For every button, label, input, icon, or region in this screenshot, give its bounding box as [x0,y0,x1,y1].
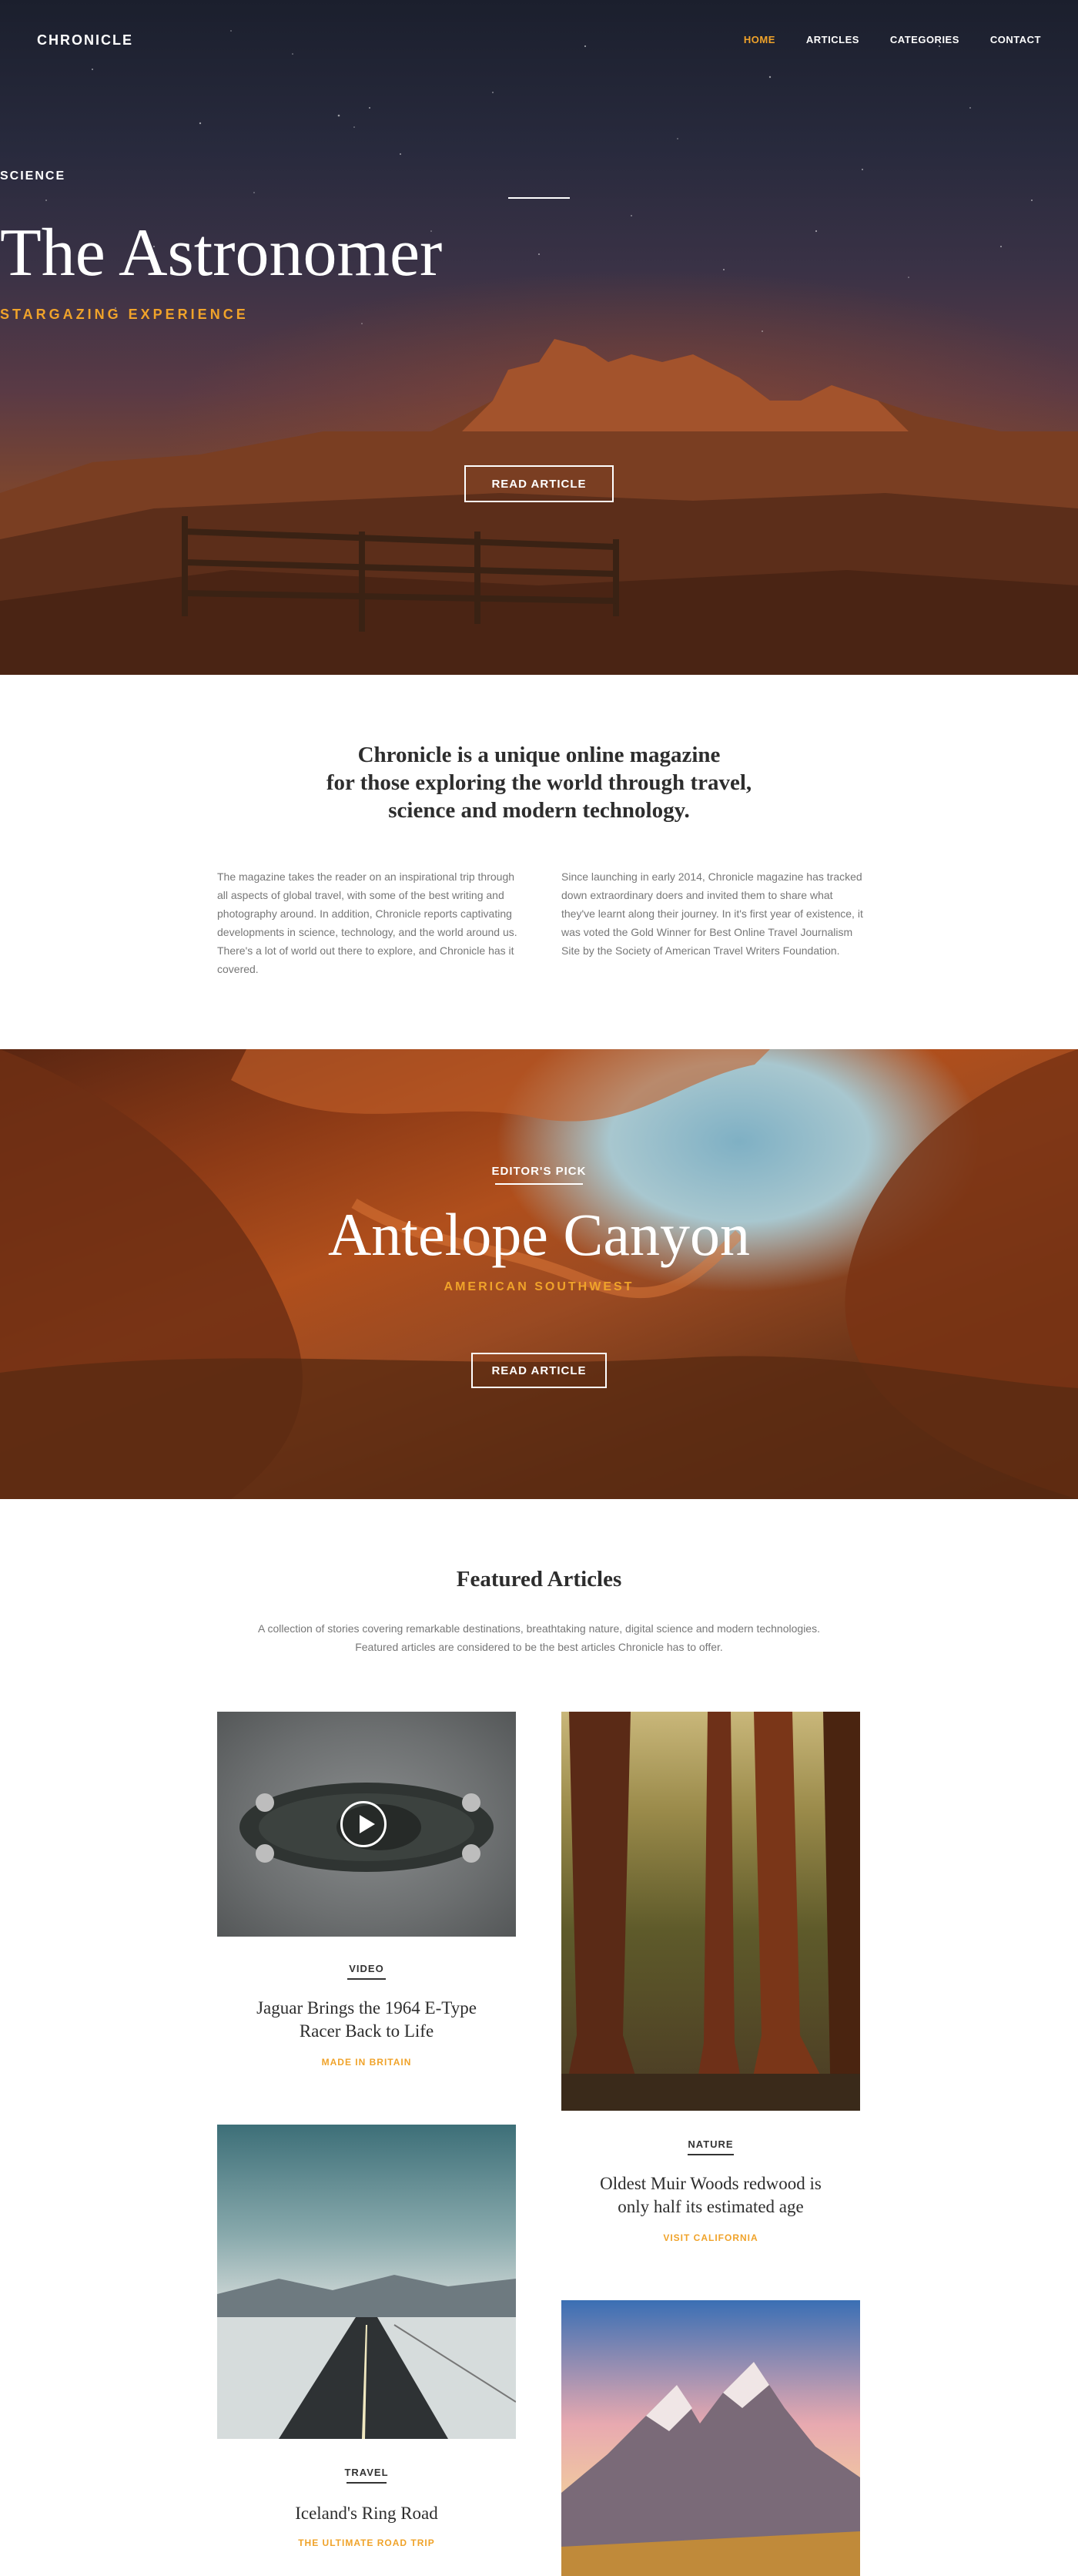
editors-pick-read-article-button[interactable]: READ ARTICLE [471,1353,607,1388]
intro-heading: Chronicle is a unique online magazine fo… [231,741,847,824]
play-video-icon[interactable] [340,1801,387,1847]
card-title-line: only half its estimated age [618,2197,804,2216]
nav-item-contact[interactable]: CONTACT [990,34,1041,45]
mountains-illustration [561,2362,860,2576]
iceland-article-image[interactable] [217,2125,516,2439]
redwood-trees-illustration [561,1712,860,2111]
card-title-line: Racer Back to Life [299,2021,434,2041]
intro-heading-line: for those exploring the world through tr… [326,770,752,795]
card-title-line: Jaguar Brings the 1964 E-Type [256,1998,477,2018]
hero-section: SCIENCE The Astronomer STARGAZING EXPERI… [0,0,1078,675]
nav-item-categories[interactable]: CATEGORIES [890,34,959,45]
intro-heading-line: science and modern technology. [388,798,690,823]
card-subtitle: MADE IN BRITAIN [321,2057,412,2068]
canyon-background-image [0,1049,1078,1499]
jaguar-article-image[interactable] [217,1712,516,1937]
hero-title: The Astronomer [0,216,443,290]
card-subtitle: THE ULTIMATE ROAD TRIP [298,2537,435,2548]
card-title-line: Iceland's Ring Road [295,2504,438,2523]
site-logo[interactable]: CHRONICLE [37,32,133,49]
card-title[interactable]: Iceland's Ring Road [217,2502,516,2525]
featured-title: Featured Articles [456,1567,622,1592]
card-tag-underline [688,2154,734,2155]
hero-tag-underline [508,197,570,199]
card-subtitle: VISIT CALIFORNIA [663,2232,758,2243]
hero-background-image [0,30,1078,675]
card-category-tag[interactable]: VIDEO [217,1963,516,1974]
editors-pick-tag-underline [495,1183,583,1185]
editors-pick-section: EDITOR'S PICK Antelope Canyon AMERICAN S… [0,1049,1078,1499]
card-category-tag[interactable]: TRAVEL [217,2467,516,2478]
hero-subtitle: STARGAZING EXPERIENCE [0,307,249,322]
featured-description: A collection of stories covering remarka… [258,1622,820,1653]
redwood-article-image[interactable] [561,1712,860,2111]
road-illustration [217,2275,516,2439]
card-category-tag[interactable]: NATURE [561,2138,860,2150]
hero-read-article-button[interactable]: READ ARTICLE [464,465,614,502]
intro-paragraph-left: The magazine takes the reader on an insp… [217,870,517,975]
top-navigation: CHRONICLE HOME ARTICLES CATEGORIES CONTA… [0,0,1078,83]
intro-paragraph-right: Since launching in early 2014, Chronicle… [561,870,863,957]
nav-item-articles[interactable]: ARTICLES [806,34,859,45]
card-tag-underline [346,2482,387,2484]
editors-pick-tag[interactable]: EDITOR'S PICK [0,1165,1078,1178]
hero-category-tag[interactable]: SCIENCE [0,169,1078,183]
card-title[interactable]: Jaguar Brings the 1964 E-Type Racer Back… [217,1997,516,2043]
main-menu: HOME ARTICLES CATEGORIES CONTACT [744,34,1041,45]
editors-pick-title: Antelope Canyon [327,1201,751,1268]
mountains-article-image[interactable] [561,2300,860,2576]
editors-pick-subtitle: AMERICAN SOUTHWEST [444,1280,634,1293]
card-tag-underline [347,1978,386,1980]
card-title[interactable]: Oldest Muir Woods redwood is only half i… [561,2172,860,2219]
card-title-line: Oldest Muir Woods redwood is [600,2174,822,2193]
nav-item-home[interactable]: HOME [744,34,775,45]
intro-heading-line: Chronicle is a unique online magazine [357,743,721,767]
